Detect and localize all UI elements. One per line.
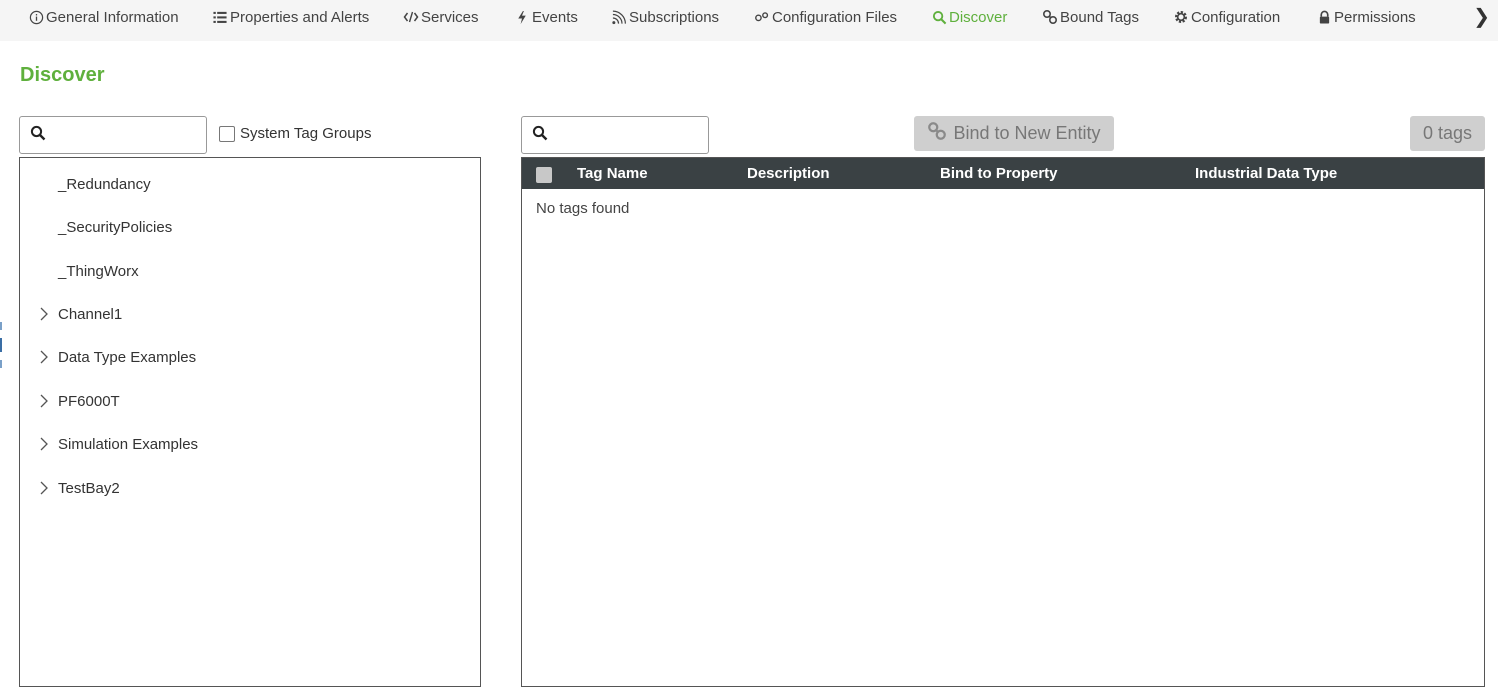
tab-label: Properties and Alerts: [230, 8, 370, 26]
gear-icon: [1173, 9, 1189, 25]
tree-item-label: _SecurityPolicies: [58, 218, 173, 236]
system-tag-groups-label: System Tag Groups: [240, 125, 372, 142]
search-icon: [532, 125, 548, 146]
tab-label: Discover: [949, 8, 1008, 26]
tab-bar: General Information Properties and Alert…: [0, 0, 1498, 41]
list-icon: [212, 9, 228, 25]
column-header-tag-name[interactable]: Tag Name: [577, 165, 648, 182]
search-icon: [931, 9, 947, 25]
tree-item-label: Simulation Examples: [58, 435, 199, 453]
tag-count-badge: 0 tags: [1410, 116, 1485, 151]
tab-permissions[interactable]: Permissions: [1316, 0, 1416, 34]
tab-discover[interactable]: Discover: [931, 0, 1007, 34]
tree-item-label: _Redundancy: [58, 175, 151, 193]
tab-label: Permissions: [1334, 8, 1416, 26]
tab-label: Subscriptions: [629, 8, 720, 26]
tab-label: General Information: [46, 8, 179, 26]
bolt-icon: [514, 9, 530, 25]
column-header-description[interactable]: Description: [747, 165, 830, 182]
column-header-industrial-data-type[interactable]: Industrial Data Type: [1195, 165, 1337, 182]
page-title: Discover: [20, 64, 105, 86]
rss-icon: [611, 9, 627, 25]
tree-item-label: Channel1: [58, 305, 123, 323]
tab-label: Configuration Files: [772, 8, 898, 26]
chevron-right-icon[interactable]: [38, 307, 50, 321]
tree-item-label: _ThingWorx: [58, 262, 139, 280]
info-icon: [28, 9, 44, 25]
system-tag-groups-toggle[interactable]: System Tag Groups: [219, 125, 371, 142]
link-icon: [1042, 9, 1058, 25]
tab-label: Services: [421, 8, 479, 26]
bind-to-new-entity-button[interactable]: Bind to New Entity: [914, 116, 1114, 151]
tags-grid: Tag Name Description Bind to Property In…: [521, 157, 1485, 687]
chevron-right-icon[interactable]: [38, 350, 50, 364]
tab-label: Events: [532, 8, 578, 26]
tree-item-label: Data Type Examples: [58, 348, 197, 366]
code-icon: [403, 9, 419, 25]
chevron-right-icon[interactable]: [38, 394, 50, 408]
chevron-right-icon[interactable]: [38, 481, 50, 495]
select-all-checkbox[interactable]: [536, 167, 552, 183]
system-tag-groups-checkbox[interactable]: [219, 125, 235, 142]
tag-search[interactable]: [521, 116, 735, 154]
chevron-right-icon[interactable]: [38, 437, 50, 451]
tree-item-label: PF6000T: [58, 392, 120, 410]
tab-configuration[interactable]: Configuration: [1173, 0, 1280, 34]
tab-configuration-files[interactable]: Configuration Files: [754, 0, 897, 34]
tag-search-input[interactable]: [554, 117, 735, 153]
tab-bound-tags[interactable]: Bound Tags: [1042, 0, 1139, 34]
search-icon: [30, 125, 46, 146]
tab-label: Configuration: [1191, 8, 1281, 26]
column-header-bind-to-property[interactable]: Bind to Property: [940, 165, 1058, 182]
tab-subscriptions[interactable]: Subscriptions: [611, 0, 719, 34]
side-indicator: [0, 322, 3, 376]
grid-header: Tag Name Description Bind to Property In…: [522, 158, 1484, 189]
tab-label: Bound Tags: [1060, 8, 1139, 26]
link-icon: [927, 121, 953, 146]
tab-services[interactable]: Services: [403, 0, 479, 34]
tab-general-information[interactable]: General Information: [28, 0, 179, 34]
tab-events[interactable]: Events: [514, 0, 578, 34]
bind-button-label: Bind to New Entity: [953, 123, 1101, 143]
tag-group-search-input[interactable]: [52, 117, 233, 153]
tag-group-search[interactable]: [19, 116, 233, 154]
lock-icon: [1316, 9, 1332, 25]
tag-group-tree: _Redundancy _SecurityPolicies _ThingWorx…: [19, 157, 481, 687]
gears-icon: [754, 9, 770, 25]
tree-item-label: TestBay2: [58, 479, 120, 497]
empty-message: No tags found: [536, 200, 630, 217]
more-tabs-arrow-icon[interactable]: ❯: [1473, 4, 1490, 29]
tab-properties-and-alerts[interactable]: Properties and Alerts: [212, 0, 369, 34]
